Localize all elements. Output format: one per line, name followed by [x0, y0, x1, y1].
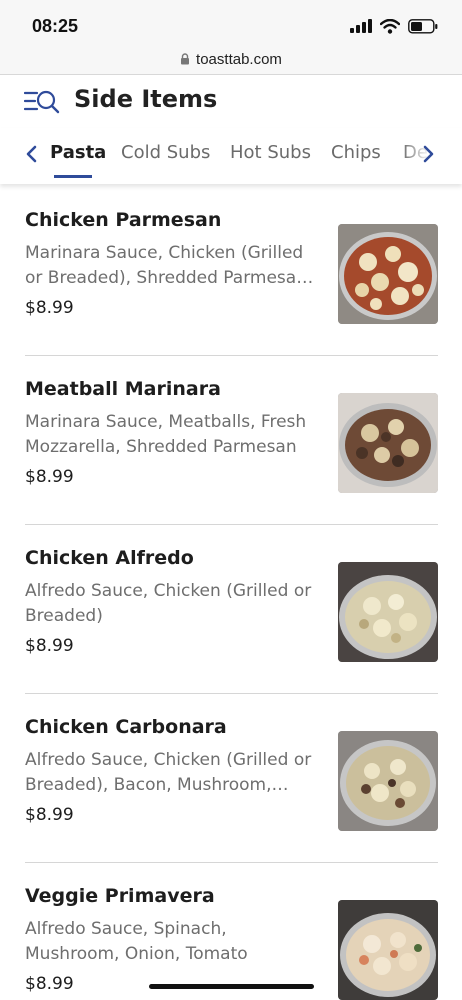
item-description-line: Marinara Sauce, Meatballs, Fresh: [25, 412, 307, 432]
category-tabs: Pasta Cold Subs Hot Subs Chips De: [0, 128, 462, 184]
item-photo-meatball-marinara[interactable]: [338, 393, 438, 493]
tab-hot-subs[interactable]: Hot Subs: [230, 142, 311, 163]
item-name: Meatball Marinara: [25, 378, 221, 400]
menu-item[interactable]: Veggie Primavera Alfredo Sauce, Spinach,…: [0, 863, 462, 1000]
status-bar: 08:25: [0, 0, 462, 46]
item-description-line: Alfredo Sauce, Chicken (Grilled or: [25, 750, 312, 770]
menu-item[interactable]: Chicken Parmesan Marinara Sauce, Chicken…: [0, 187, 462, 356]
page-title: Side Items: [74, 85, 218, 113]
status-icons: [350, 18, 438, 34]
item-photo-veggie-primavera[interactable]: [338, 900, 438, 1000]
item-description-line: Breaded), Bacon, Mushroom,…: [25, 775, 289, 795]
menu-item[interactable]: Chicken Carbonara Alfredo Sauce, Chicken…: [0, 694, 462, 863]
tab-cold-subs[interactable]: Cold Subs: [121, 142, 210, 163]
item-name: Chicken Parmesan: [25, 209, 222, 231]
item-price: $8.99: [25, 974, 74, 994]
item-name: Veggie Primavera: [25, 885, 215, 907]
home-indicator[interactable]: [149, 984, 314, 989]
page-header: Side Items: [0, 75, 462, 127]
signal-icon: [350, 19, 372, 33]
item-photo-chicken-carbonara[interactable]: [338, 731, 438, 831]
item-description-line: Marinara Sauce, Chicken (Grilled: [25, 243, 304, 263]
item-price: $8.99: [25, 298, 74, 318]
item-description-line: Breaded): [25, 606, 103, 626]
item-description: Alfredo Sauce, Chicken (Grilled or Bread…: [25, 748, 317, 798]
item-name: Chicken Alfredo: [25, 547, 194, 569]
menu-search-icon[interactable]: [24, 89, 60, 115]
item-price: $8.99: [25, 636, 74, 656]
item-photo-chicken-parmesan[interactable]: [338, 224, 438, 324]
item-description: Marinara Sauce, Meatballs, Fresh Mozzare…: [25, 410, 317, 460]
status-time: 08:25: [32, 16, 79, 36]
tab-chips[interactable]: Chips: [331, 142, 381, 163]
item-description-line: Mushroom, Onion, Tomato: [25, 944, 248, 964]
item-description-line: or Breaded), Shredded Parmesa…: [25, 268, 314, 288]
item-photo-chicken-alfredo[interactable]: [338, 562, 438, 662]
item-name: Chicken Carbonara: [25, 716, 227, 738]
wifi-icon: [380, 18, 400, 34]
url-bar[interactable]: toasttab.com: [0, 44, 462, 74]
lock-icon: [181, 53, 190, 65]
active-tab-indicator: [54, 175, 92, 178]
item-description-line: Mozzarella, Shredded Parmesan: [25, 437, 297, 457]
item-description: Alfredo Sauce, Chicken (Grilled or Bread…: [25, 579, 317, 629]
item-description-line: Alfredo Sauce, Spinach,: [25, 919, 227, 939]
menu-item[interactable]: Chicken Alfredo Alfredo Sauce, Chicken (…: [0, 525, 462, 694]
item-description: Marinara Sauce, Chicken (Grilled or Brea…: [25, 241, 317, 291]
menu-item[interactable]: Meatball Marinara Marinara Sauce, Meatba…: [0, 356, 462, 525]
tab-pasta[interactable]: Pasta: [50, 142, 106, 163]
item-description: Alfredo Sauce, Spinach, Mushroom, Onion,…: [25, 917, 317, 967]
item-price: $8.99: [25, 805, 74, 825]
item-price: $8.99: [25, 467, 74, 487]
battery-icon: [408, 18, 438, 34]
chevron-left-icon[interactable]: [22, 142, 42, 166]
chevron-right-icon[interactable]: [418, 142, 438, 166]
item-description-line: Alfredo Sauce, Chicken (Grilled or: [25, 581, 312, 601]
url-text: toasttab.com: [196, 50, 282, 68]
